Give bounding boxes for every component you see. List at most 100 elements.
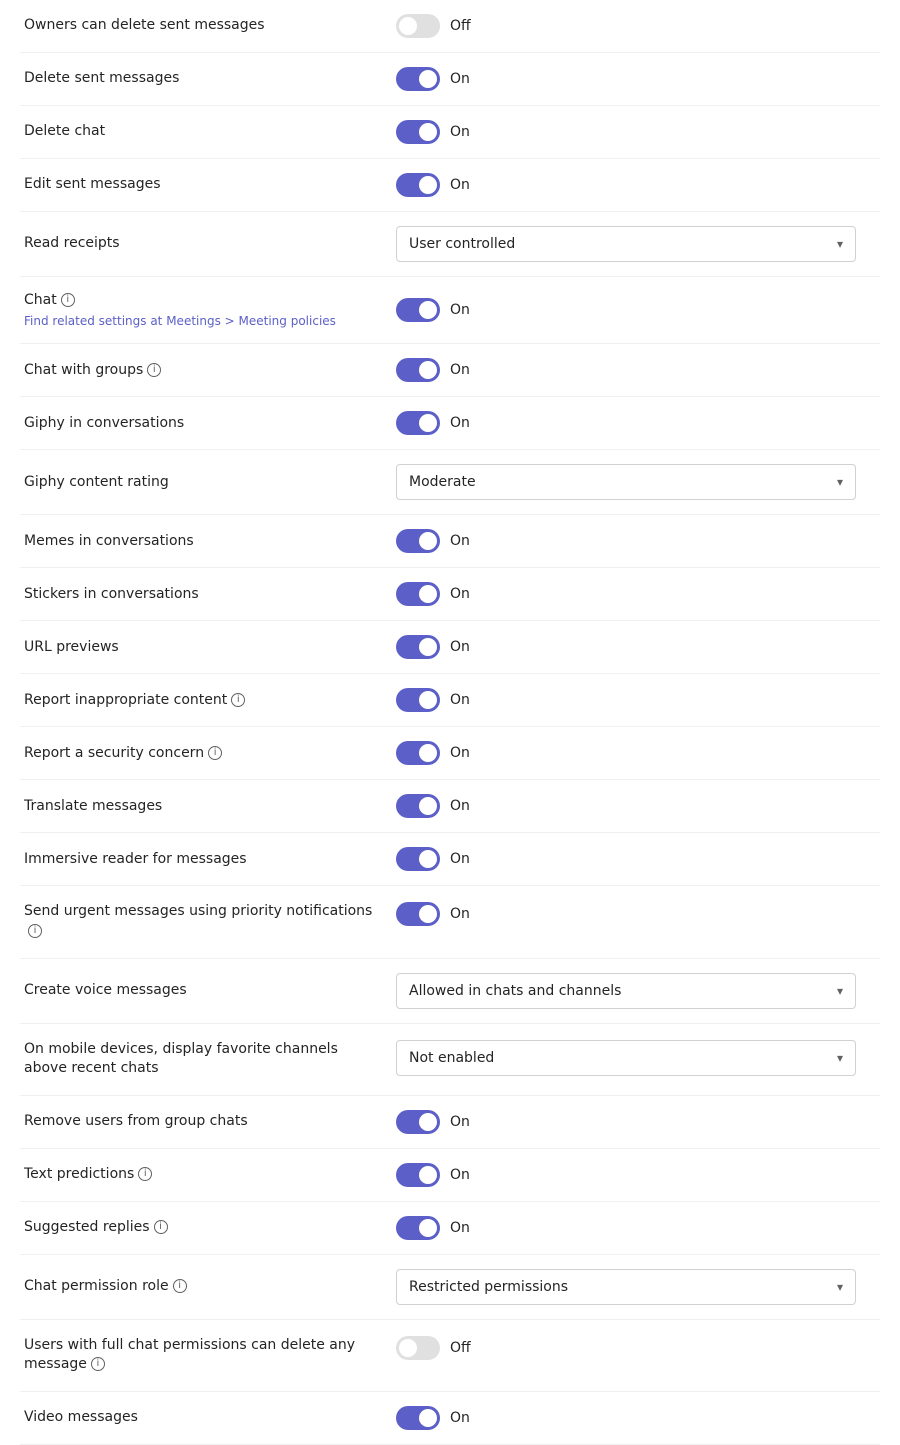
setting-control-memes: On — [396, 529, 876, 553]
setting-label-chat-permission-role: Chat permission rolei — [24, 1277, 384, 1297]
dropdown-value-read-receipts: User controlled — [409, 236, 515, 252]
toggle-knob-memes — [419, 532, 437, 550]
info-icon-chat-with-groups[interactable]: i — [147, 363, 161, 377]
setting-control-stickers: On — [396, 582, 876, 606]
info-icon-full-chat-delete[interactable]: i — [91, 1357, 105, 1371]
toggle-track-edit-sent[interactable] — [396, 173, 440, 197]
toggle-track-giphy-conversations[interactable] — [396, 411, 440, 435]
toggle-delete-sent[interactable] — [396, 67, 440, 91]
toggle-remove-users[interactable] — [396, 1110, 440, 1134]
toggle-label-chat-with-groups: On — [450, 362, 470, 378]
setting-row-stickers: Stickers in conversations On — [20, 568, 880, 621]
setting-text-mobile-display: On mobile devices, display favorite chan… — [24, 1041, 338, 1077]
toggle-label-giphy-conversations: On — [450, 415, 470, 431]
toggle-knob-text-predictions — [419, 1166, 437, 1184]
toggle-track-stickers[interactable] — [396, 582, 440, 606]
toggle-urgent-messages[interactable] — [396, 902, 440, 926]
setting-row-suggested-replies: Suggested repliesiOn — [20, 1202, 880, 1255]
toggle-label-remove-users: On — [450, 1114, 470, 1130]
info-icon-report-security[interactable]: i — [208, 746, 222, 760]
setting-row-edit-sent: Edit sent messagesOn — [20, 159, 880, 212]
chevron-down-icon-mobile-display: ▾ — [837, 1051, 843, 1065]
toggle-track-full-chat-delete[interactable] — [396, 1336, 440, 1360]
info-icon-text-predictions[interactable]: i — [138, 1167, 152, 1181]
toggle-stickers[interactable] — [396, 582, 440, 606]
toggle-knob-edit-sent — [419, 176, 437, 194]
toggle-track-chat-with-groups[interactable] — [396, 358, 440, 382]
info-icon-chat[interactable]: i — [61, 293, 75, 307]
toggle-label-url-previews: On — [450, 639, 470, 655]
toggle-edit-sent[interactable] — [396, 173, 440, 197]
toggle-owners-delete[interactable] — [396, 14, 440, 38]
setting-label-owners-delete: Owners can delete sent messages — [24, 16, 384, 36]
toggle-giphy-conversations[interactable] — [396, 411, 440, 435]
setting-label-remove-users: Remove users from group chats — [24, 1112, 384, 1132]
toggle-track-memes[interactable] — [396, 529, 440, 553]
toggle-knob-owners-delete — [399, 17, 417, 35]
toggle-track-suggested-replies[interactable] — [396, 1216, 440, 1240]
toggle-video-messages[interactable] — [396, 1406, 440, 1430]
dropdown-mobile-display[interactable]: Not enabled▾ — [396, 1040, 856, 1076]
dropdown-chat-permission-role[interactable]: Restricted permissions▾ — [396, 1269, 856, 1305]
setting-label-url-previews: URL previews — [24, 638, 384, 658]
setting-row-chat-with-groups: Chat with groupsiOn — [20, 344, 880, 397]
toggle-track-owners-delete[interactable] — [396, 14, 440, 38]
setting-control-remove-users: On — [396, 1110, 876, 1134]
toggle-track-url-previews[interactable] — [396, 635, 440, 659]
setting-control-url-previews: On — [396, 635, 876, 659]
setting-row-report-inappropriate: Report inappropriate contentiOn — [20, 674, 880, 727]
toggle-text-predictions[interactable] — [396, 1163, 440, 1187]
toggle-report-security[interactable] — [396, 741, 440, 765]
setting-row-memes: Memes in conversationsOn — [20, 515, 880, 568]
setting-text-giphy-rating: Giphy content rating — [24, 474, 169, 490]
info-icon-chat-permission-role[interactable]: i — [173, 1279, 187, 1293]
toggle-knob-chat — [419, 301, 437, 319]
toggle-label-urgent-messages: On — [450, 906, 470, 922]
setting-text-url-previews: URL previews — [24, 639, 119, 655]
toggle-immersive-reader[interactable] — [396, 847, 440, 871]
toggle-track-translate-messages[interactable] — [396, 794, 440, 818]
dropdown-giphy-rating[interactable]: Moderate▾ — [396, 464, 856, 500]
setting-label-read-receipts: Read receipts — [24, 234, 384, 254]
setting-row-owners-delete: Owners can delete sent messagesOff — [20, 0, 880, 53]
toggle-track-urgent-messages[interactable] — [396, 902, 440, 926]
dropdown-voice-messages[interactable]: Allowed in chats and channels▾ — [396, 973, 856, 1009]
toggle-chat[interactable] — [396, 298, 440, 322]
info-icon-urgent-messages[interactable]: i — [28, 924, 42, 938]
toggle-translate-messages[interactable] — [396, 794, 440, 818]
setting-label-stickers: Stickers in conversations — [24, 585, 384, 605]
toggle-report-inappropriate[interactable] — [396, 688, 440, 712]
setting-label-immersive-reader: Immersive reader for messages — [24, 850, 384, 870]
toggle-track-immersive-reader[interactable] — [396, 847, 440, 871]
toggle-track-delete-sent[interactable] — [396, 67, 440, 91]
toggle-track-video-messages[interactable] — [396, 1406, 440, 1430]
toggle-label-video-messages: On — [450, 1410, 470, 1426]
toggle-track-report-security[interactable] — [396, 741, 440, 765]
toggle-memes[interactable] — [396, 529, 440, 553]
toggle-suggested-replies[interactable] — [396, 1216, 440, 1240]
setting-control-voice-messages: Allowed in chats and channels▾ — [396, 973, 876, 1009]
toggle-knob-stickers — [419, 585, 437, 603]
dropdown-read-receipts[interactable]: User controlled▾ — [396, 226, 856, 262]
toggle-url-previews[interactable] — [396, 635, 440, 659]
setting-text-giphy-conversations: Giphy in conversations — [24, 415, 184, 431]
dropdown-value-giphy-rating: Moderate — [409, 474, 476, 490]
setting-row-delete-sent: Delete sent messagesOn — [20, 53, 880, 106]
info-icon-suggested-replies[interactable]: i — [154, 1220, 168, 1234]
toggle-delete-chat[interactable] — [396, 120, 440, 144]
toggle-track-remove-users[interactable] — [396, 1110, 440, 1134]
toggle-track-text-predictions[interactable] — [396, 1163, 440, 1187]
setting-text-report-security: Report a security concern — [24, 745, 204, 761]
toggle-full-chat-delete[interactable] — [396, 1336, 440, 1360]
info-icon-report-inappropriate[interactable]: i — [231, 693, 245, 707]
toggle-track-chat[interactable] — [396, 298, 440, 322]
setting-text-full-chat-delete: Users with full chat permissions can del… — [24, 1337, 355, 1373]
toggle-track-delete-chat[interactable] — [396, 120, 440, 144]
toggle-knob-full-chat-delete — [399, 1339, 417, 1357]
toggle-track-report-inappropriate[interactable] — [396, 688, 440, 712]
toggle-chat-with-groups[interactable] — [396, 358, 440, 382]
setting-row-video-messages: Video messagesOn — [20, 1392, 880, 1445]
toggle-knob-url-previews — [419, 638, 437, 656]
setting-control-suggested-replies: On — [396, 1216, 876, 1240]
setting-label-translate-messages: Translate messages — [24, 797, 384, 817]
